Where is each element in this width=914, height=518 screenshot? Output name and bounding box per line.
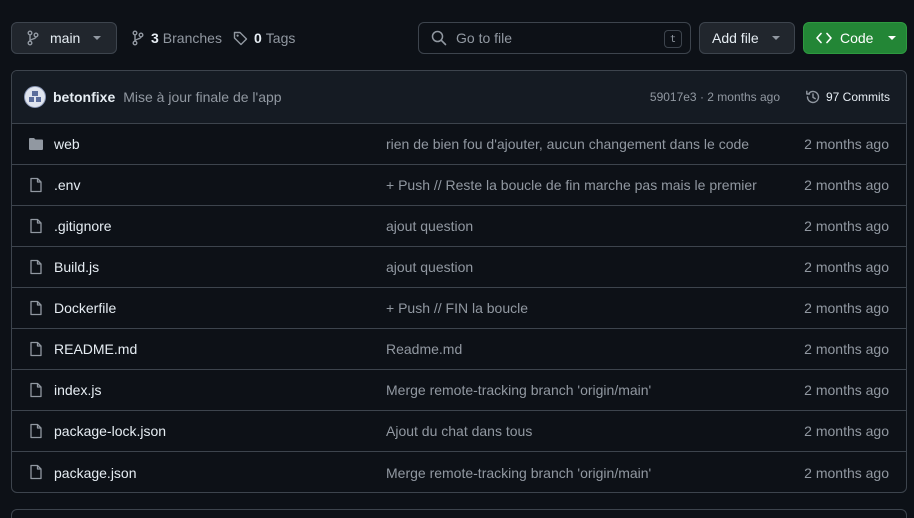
file-commit-date: 2 months ago <box>804 259 889 275</box>
file-commit-message-link[interactable]: Ajout du chat dans tous <box>386 423 772 439</box>
file-icon <box>28 259 44 275</box>
keyboard-shortcut-hint: t <box>664 30 682 48</box>
file-icon <box>28 464 44 480</box>
file-commit-message-link[interactable]: Merge remote-tracking branch 'origin/mai… <box>386 382 772 398</box>
commit-message[interactable]: Mise à jour finale de l'app <box>123 89 281 105</box>
file-commit-message-link[interactable]: ajout question <box>386 259 772 275</box>
file-icon <box>28 218 44 234</box>
table-row[interactable]: Build.js ajout question 2 months ago <box>12 247 906 288</box>
file-commit-message-link[interactable]: Merge remote-tracking branch 'origin/mai… <box>386 465 772 481</box>
file-name-link[interactable]: .gitignore <box>54 218 112 234</box>
table-row[interactable]: .env + Push // Reste la boucle de fin mar… <box>12 165 906 206</box>
commits-count: 97 Commits <box>825 90 890 104</box>
file-commit-date: 2 months ago <box>804 341 889 357</box>
tags-count: 0 <box>254 30 262 46</box>
file-commit-message-link[interactable]: + Push // Reste la boucle de fin marche … <box>386 177 772 193</box>
file-commit-date: 2 months ago <box>804 218 889 234</box>
code-label: Code <box>840 30 874 46</box>
go-to-file-search[interactable]: Go to file t <box>418 22 691 54</box>
file-commit-date: 2 months ago <box>804 464 889 481</box>
chevron-down-icon <box>887 35 897 41</box>
table-row[interactable]: package.json Merge remote-tracking branch… <box>12 452 906 492</box>
latest-commit-bar: betonfixe Mise à jour finale de l'app 59… <box>12 71 906 124</box>
file-commit-message-link[interactable]: rien de bien fou d'ajouter, aucun change… <box>386 136 772 152</box>
file-commit-message-link[interactable]: ajout question <box>386 218 772 234</box>
branches-count: 3 <box>151 30 159 46</box>
tag-icon <box>233 31 248 46</box>
file-icon <box>28 177 44 193</box>
table-row[interactable]: Dockerfile + Push // FIN la boucle 2 month… <box>12 288 906 329</box>
file-commit-date: 2 months ago <box>804 177 889 193</box>
table-row[interactable]: .gitignore ajout question 2 months ago <box>12 206 906 247</box>
file-list: web rien de bien fou d'ajouter, aucun cha… <box>12 124 906 492</box>
file-name-link[interactable]: web <box>54 136 80 152</box>
commits-history-link[interactable]: 97 Commits <box>805 89 890 105</box>
add-file-button[interactable]: Add file <box>699 22 795 54</box>
table-row[interactable]: index.js Merge remote-tracking branch 'or… <box>12 370 906 411</box>
file-icon <box>28 300 44 316</box>
chevron-down-icon <box>771 35 781 41</box>
code-icon <box>816 32 832 44</box>
file-name-link[interactable]: Dockerfile <box>54 300 116 316</box>
readme-panel <box>11 509 907 518</box>
file-name-link[interactable]: README.md <box>54 341 137 357</box>
file-icon <box>28 341 44 357</box>
table-row[interactable]: README.md Readme.md 2 months ago <box>12 329 906 370</box>
file-commit-date: 2 months ago <box>804 136 889 152</box>
file-icon <box>28 423 44 439</box>
table-row[interactable]: package-lock.json Ajout du chat dans tous… <box>12 411 906 452</box>
tags-label: Tags <box>265 30 296 46</box>
file-name-link[interactable]: Build.js <box>54 259 99 275</box>
branch-selector-button[interactable]: main <box>11 22 117 54</box>
file-commit-date: 2 months ago <box>804 300 889 316</box>
add-file-label: Add file <box>712 30 759 46</box>
history-icon <box>805 89 821 105</box>
search-placeholder: Go to file <box>456 30 513 46</box>
file-browser: betonfixe Mise à jour finale de l'app 59… <box>11 70 907 493</box>
branches-label: Branches <box>162 30 222 46</box>
file-name-link[interactable]: package-lock.json <box>54 423 166 439</box>
file-commit-message-link[interactable]: + Push // FIN la boucle <box>386 300 772 316</box>
git-branch-icon <box>131 30 145 46</box>
folder-icon <box>28 136 44 152</box>
table-row[interactable]: web rien de bien fou d'ajouter, aucun cha… <box>12 124 906 165</box>
code-button[interactable]: Code <box>803 22 907 54</box>
search-icon <box>431 30 447 46</box>
commit-author[interactable]: betonfixe <box>53 89 115 105</box>
branches-link[interactable]: 3 Branches <box>131 22 222 54</box>
repo-toolbar: main 3 Branches 0 Tags Go to file t Add … <box>11 22 907 54</box>
file-name-link[interactable]: .env <box>54 177 80 193</box>
file-name-link[interactable]: package.json <box>54 465 137 481</box>
branch-name: main <box>50 30 81 46</box>
file-name-link[interactable]: index.js <box>54 382 101 398</box>
avatar[interactable] <box>24 86 46 108</box>
file-commit-date: 2 months ago <box>804 423 889 439</box>
file-icon <box>28 382 44 398</box>
tags-link[interactable]: 0 Tags <box>233 22 295 54</box>
commit-hash-time[interactable]: 59017e3 · 2 months ago <box>650 90 780 104</box>
file-commit-message-link[interactable]: Readme.md <box>386 341 772 357</box>
chevron-down-icon <box>92 35 102 41</box>
git-branch-icon <box>26 30 40 46</box>
file-commit-date: 2 months ago <box>804 382 889 398</box>
